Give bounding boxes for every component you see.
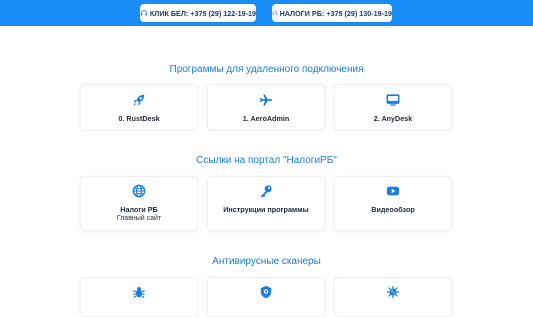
card-instructions[interactable]: Инструкции программы xyxy=(207,176,325,231)
headset-icon xyxy=(140,10,147,16)
key-icon xyxy=(259,184,273,198)
card-label: Налоги РБ xyxy=(120,205,158,214)
contact-button-nalogi-rb[interactable]: НАЛОГИ РБ: +375 (29) 130-19-19 xyxy=(272,4,392,22)
card-label: Инструкции программы xyxy=(223,205,309,214)
bug-icon xyxy=(132,285,146,299)
youtube-icon xyxy=(386,184,400,198)
card-video-review[interactable]: Видеообзор xyxy=(334,176,452,231)
card-rustdesk[interactable]: 0. RustDesk xyxy=(80,84,198,130)
contact-button-click-bel[interactable]: КЛИК БЕЛ: +375 (29) 122-19-19 xyxy=(140,4,256,22)
globe-icon xyxy=(132,184,146,198)
card-antivirus-2[interactable] xyxy=(207,277,325,317)
section-title-antivirus: Антивирусные сканеры xyxy=(212,256,321,267)
shield-icon xyxy=(259,285,273,299)
airplane-icon xyxy=(259,93,273,107)
card-label: Видеообзор xyxy=(371,205,415,214)
top-bar: КЛИК БЕЛ: +375 (29) 122-19-19 НАЛОГИ РБ:… xyxy=(0,0,533,26)
card-label: 0. RustDesk xyxy=(118,114,160,123)
monitor-icon xyxy=(386,93,400,107)
card-label: 1. AeroAdmin xyxy=(242,114,290,123)
card-label: 2. AnyDesk xyxy=(373,114,413,123)
rocket-icon xyxy=(132,93,146,107)
section-title-portal: Ссылки на портал "НалогиРБ" xyxy=(196,155,337,166)
card-nalogi-rb[interactable]: Налоги РБ Главный сайт xyxy=(80,176,198,231)
card-antivirus-3[interactable] xyxy=(334,277,452,317)
contact2-label: НАЛОГИ РБ: +375 (29) 130-19-19 xyxy=(279,8,392,18)
card-anydesk[interactable]: 2. AnyDesk xyxy=(334,84,452,130)
virus-icon xyxy=(386,285,400,299)
card-aeroadmin[interactable]: 1. AeroAdmin xyxy=(207,84,325,130)
headset-icon xyxy=(272,11,277,15)
contact1-label: КЛИК БЕЛ: +375 (29) 122-19-19 xyxy=(149,8,256,18)
section-title-remote: Программы для удаленного подключения xyxy=(169,64,364,75)
card-antivirus-1[interactable] xyxy=(80,277,198,317)
card-sublabel: Главный сайт xyxy=(116,215,162,222)
